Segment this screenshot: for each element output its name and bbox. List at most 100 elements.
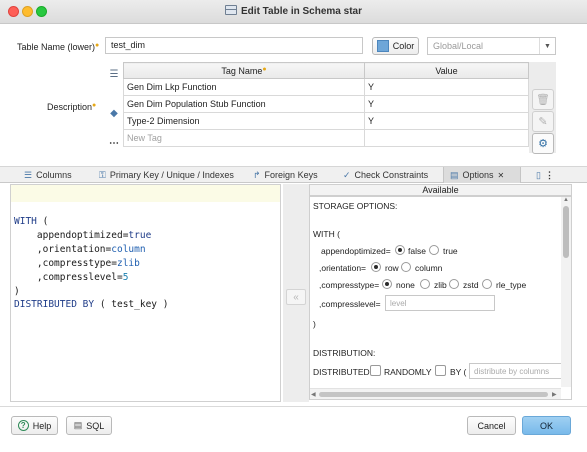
compresstype-none-radio[interactable] (382, 279, 392, 289)
scope-placeholder: Global/Local (433, 41, 484, 51)
tag-name-cell[interactable]: Gen Dim Lkp Function (123, 78, 365, 96)
table-name-label: Table Name (lower)● (17, 42, 99, 52)
scroll-up-icon[interactable]: ▲ (563, 197, 569, 203)
window-title: Edit Table in Schema star (241, 6, 362, 17)
tag-value-cell[interactable]: Y (364, 78, 529, 96)
storage-options-heading: STORAGE OPTIONS: (313, 201, 398, 211)
tab-check-constraints-label: Check Constraints (354, 170, 429, 180)
document-icon: ▯ (536, 169, 541, 180)
tab-primary-key[interactable]: ⚿ Primary Key / Unique / Indexes (93, 167, 240, 183)
table-icon (225, 5, 238, 15)
compresstype-zstd-label: zstd (463, 280, 479, 290)
distribute-by-columns-input[interactable]: distribute by columns (469, 363, 565, 379)
chevron-down-icon[interactable]: ▼ (539, 38, 555, 54)
value-header[interactable]: Value (364, 62, 529, 79)
description-label-text: Description (47, 102, 93, 112)
vertical-scroll-thumb[interactable] (563, 206, 569, 258)
tag-value-cell[interactable]: Y (364, 95, 529, 113)
color-button[interactable]: Color (372, 37, 419, 55)
tab-columns-label: Columns (36, 170, 72, 180)
tag-name-header[interactable]: Tag Name● (123, 62, 365, 79)
tab-columns[interactable]: ☰ Columns (18, 167, 78, 183)
window-title-area: Edit Table in Schema star (0, 5, 587, 17)
help-button[interactable]: ? Help (11, 416, 58, 435)
tag-value-cell[interactable]: Y (364, 112, 529, 130)
sql-editor[interactable]: WITH ( appendoptimized=true ,orientation… (10, 184, 281, 402)
new-tag-value-cell[interactable] (364, 129, 529, 147)
table-row[interactable]: Gen Dim Population Stub Function Y (123, 95, 529, 113)
color-swatch-icon (376, 40, 389, 52)
tag-name-cell[interactable]: Type-2 Dimension (123, 112, 365, 130)
sql-with-keyword: WITH (14, 216, 37, 227)
sql-paren-close: ) (14, 285, 20, 297)
delete-tag-button[interactable]: 🗑 (532, 89, 554, 110)
compresstype-label: ,compresstype= (319, 280, 380, 290)
distributed-label: DISTRIBUTED (313, 367, 370, 377)
tab-options[interactable]: ▤ Options ✕ (443, 167, 521, 183)
sql-button[interactable]: ▤ SQL (66, 416, 112, 435)
sql-distributed-keyword: DISTRIBUTED BY (14, 299, 95, 311)
sql-option-value: column (111, 243, 146, 255)
scope-combobox[interactable]: Global/Local ▼ (427, 37, 556, 55)
by-label: BY ( (450, 367, 467, 377)
scroll-left-icon[interactable]: ◀ (311, 391, 316, 398)
check-circle-icon: ✓ (343, 169, 351, 180)
tab-bar: ☰ Columns ⚿ Primary Key / Unique / Indexes… (0, 166, 587, 183)
arrow-icon: ↱ (253, 169, 261, 180)
orientation-column-label: column (415, 263, 443, 273)
tab-check-constraints[interactable]: ✓ Check Constraints (337, 167, 434, 183)
trash-icon: 🗑 (536, 94, 550, 106)
more-tabs-icon[interactable]: ⋮ (545, 170, 554, 181)
randomly-checkbox[interactable] (370, 365, 381, 376)
help-icon: ? (17, 420, 29, 431)
sql-distribution-key: ( test_key ) (99, 299, 169, 311)
orientation-column-radio[interactable] (401, 262, 411, 272)
table-row[interactable]: Gen Dim Lkp Function Y (123, 78, 529, 96)
new-tag-row[interactable]: New Tag (123, 129, 529, 147)
compresstype-rle-type-radio[interactable] (482, 279, 492, 289)
ok-button[interactable]: OK (522, 416, 571, 435)
by-checkbox[interactable] (435, 365, 446, 376)
appendoptimized-false-radio[interactable] (395, 245, 405, 255)
with-open-text: WITH ( (313, 229, 340, 239)
cancel-button[interactable]: Cancel (467, 416, 516, 435)
sql-option-key: appendoptimized (36, 229, 123, 241)
compresstype-none-label: none (396, 280, 415, 290)
orientation-row-radio[interactable] (371, 262, 381, 272)
tab-primary-key-label: Primary Key / Unique / Indexes (109, 170, 234, 180)
edit-tag-button[interactable]: ✎ (532, 111, 554, 132)
close-tab-icon[interactable]: ✕ (498, 171, 505, 180)
more-icon[interactable]: ⋯ (107, 136, 121, 150)
footer-divider (0, 406, 587, 407)
tag-settings-button[interactable]: ⚙ (532, 133, 554, 154)
available-header: Available (309, 184, 572, 196)
distribution-heading: DISTRIBUTION: (313, 348, 376, 358)
tab-overflow[interactable]: ▯ ⋮ (530, 167, 560, 183)
tag-name-header-text: Tag Name (221, 65, 263, 76)
scroll-right-icon[interactable]: ▶ (552, 391, 557, 398)
list-icon: ☰ (24, 169, 33, 180)
available-panel: STORAGE OPTIONS: WITH ( appendoptimized=… (309, 196, 572, 400)
sql-option-key: compresslevel (42, 271, 117, 283)
appendoptimized-true-label: true (443, 246, 458, 256)
double-chevron-left-icon: « (293, 291, 299, 303)
horizontal-scroll-thumb[interactable] (319, 392, 548, 397)
tab-options-label: Options (462, 170, 494, 180)
new-tag-cell[interactable]: New Tag (123, 129, 365, 147)
tab-foreign-keys[interactable]: ↱ Foreign Keys (247, 167, 324, 183)
compresstype-zstd-radio[interactable] (449, 279, 459, 289)
help-button-label: Help (32, 420, 52, 431)
available-vertical-scrollbar[interactable]: ▲ (561, 197, 571, 387)
collapse-left-button[interactable]: « (286, 289, 306, 305)
tag-icon[interactable]: ◆ (107, 106, 121, 120)
appendoptimized-true-radio[interactable] (429, 245, 439, 255)
compresstype-zlib-radio[interactable] (420, 279, 430, 289)
required-icon: ● (92, 102, 97, 109)
table-name-input[interactable]: test_dim (105, 37, 363, 54)
tab-foreign-keys-label: Foreign Keys (264, 170, 318, 180)
compresslevel-input[interactable]: level (385, 295, 495, 311)
list-view-icon[interactable]: ☰ (107, 67, 121, 81)
table-row[interactable]: Type-2 Dimension Y (123, 112, 529, 130)
tag-name-cell[interactable]: Gen Dim Population Stub Function (123, 95, 365, 113)
available-horizontal-scrollbar[interactable]: ◀ ▶ (310, 388, 561, 399)
